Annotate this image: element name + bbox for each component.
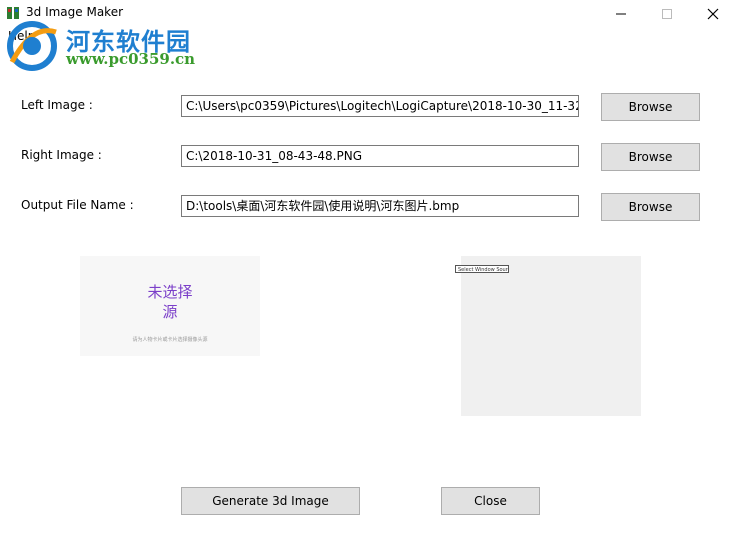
preview-left-message: 未选择 源 xyxy=(80,282,260,322)
preview-right-tag: Select Window Source xyxy=(455,265,509,273)
generate-3d-image-button[interactable]: Generate 3d Image xyxy=(181,487,360,515)
right-image-field[interactable]: C:\2018-10-31_08-43-48.PNG xyxy=(181,145,579,167)
watermark: 河东软件园 www.pc0359.cn xyxy=(6,10,266,72)
close-icon xyxy=(707,8,719,20)
output-file-label: Output File Name : xyxy=(21,198,134,212)
output-file-field[interactable]: D:\tools\桌面\河东软件园\使用说明\河东图片.bmp xyxy=(181,195,579,217)
left-image-field[interactable]: C:\Users\pc0359\Pictures\Logitech\LogiCa… xyxy=(181,95,579,117)
preview-left-subtext: 请为人物卡片或卡片选择摄像头源 xyxy=(132,337,208,343)
watermark-url: www.pc0359.cn xyxy=(66,50,196,68)
close-button[interactable]: Close xyxy=(441,487,540,515)
minimize-icon xyxy=(616,13,626,15)
minimize-button[interactable] xyxy=(598,0,644,28)
left-image-label: Left Image : xyxy=(21,98,93,112)
close-window-button[interactable] xyxy=(690,0,736,28)
browse-left-button[interactable]: Browse xyxy=(601,93,700,121)
watermark-logo-icon xyxy=(7,21,57,71)
maximize-button[interactable] xyxy=(644,0,690,28)
preview-left-line1: 未选择 xyxy=(147,283,193,301)
browse-right-button[interactable]: Browse xyxy=(601,143,700,171)
preview-left-line2: 源 xyxy=(162,303,178,321)
browse-output-button[interactable]: Browse xyxy=(601,193,700,221)
left-image-preview: 未选择 源 请为人物卡片或卡片选择摄像头源 xyxy=(80,256,260,356)
right-image-preview: Select Window Source xyxy=(455,256,641,416)
maximize-icon xyxy=(662,9,672,19)
right-image-label: Right Image : xyxy=(21,148,102,162)
